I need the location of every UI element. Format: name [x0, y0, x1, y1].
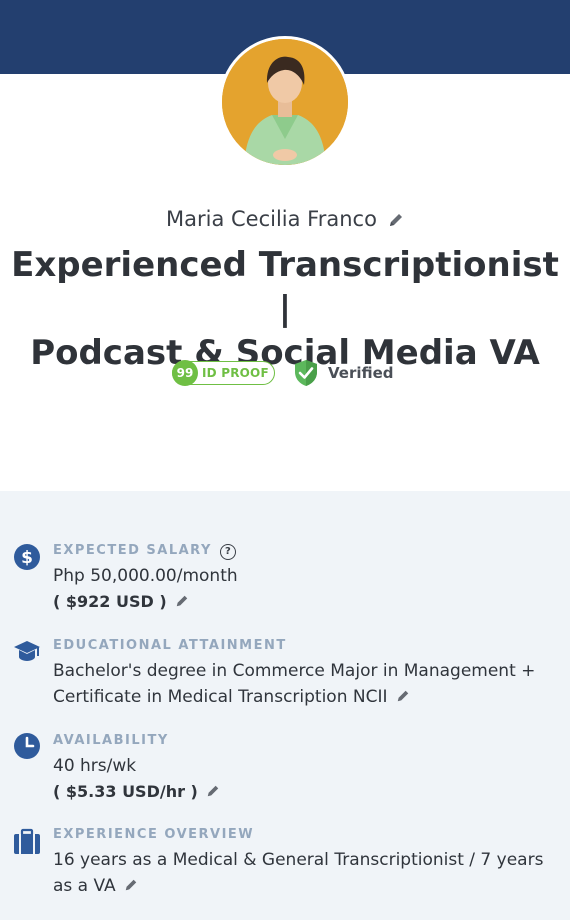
profile-name: Maria Cecilia Franco [165, 207, 377, 231]
verified-label: Verified [328, 364, 394, 382]
details-panel: $ EXPECTED SALARY? Php 50,000.00/month (… [0, 491, 570, 920]
pencil-icon[interactable] [175, 594, 189, 608]
education-label: EDUCATIONAL ATTAINMENT [53, 638, 287, 653]
briefcase-icon [14, 828, 40, 854]
expected-salary-label: EXPECTED SALARY [53, 543, 212, 558]
availability-value: 40 hrs/wk [53, 756, 137, 776]
pencil-icon[interactable] [124, 878, 138, 892]
clock-icon [14, 733, 40, 759]
shield-check-icon [295, 360, 317, 386]
headline-line-1: Experienced Transcriptionist | [11, 245, 559, 329]
expected-salary-usd: ( $922 USD ) [53, 592, 167, 611]
pencil-icon[interactable] [388, 212, 404, 228]
id-proof-badge[interactable]: 99 ID PROOF [172, 360, 275, 386]
experience-label: EXPERIENCE OVERVIEW [53, 827, 255, 842]
badges: 99 ID PROOF Verified [0, 358, 570, 388]
expected-salary-value: Php 50,000.00/month [53, 566, 238, 586]
pencil-icon[interactable] [206, 784, 220, 798]
pencil-icon[interactable] [396, 689, 410, 703]
id-proof-score: 99 [172, 360, 198, 386]
availability-rate: ( $5.33 USD/hr ) [53, 782, 198, 801]
profile-headline: Experienced Transcriptionist | Podcast &… [10, 243, 560, 375]
avatar [219, 36, 351, 168]
availability-label: AVAILABILITY [53, 733, 169, 748]
education-value: Bachelor's degree in Commerce Major in M… [53, 661, 536, 707]
graduation-cap-icon [14, 641, 40, 661]
dollar-icon: $ [14, 544, 40, 570]
svg-text:$: $ [21, 548, 33, 568]
name-row: Maria Cecilia Franco [0, 207, 570, 231]
id-proof-label: ID PROOF [202, 366, 269, 380]
question-icon[interactable]: ? [219, 544, 236, 560]
